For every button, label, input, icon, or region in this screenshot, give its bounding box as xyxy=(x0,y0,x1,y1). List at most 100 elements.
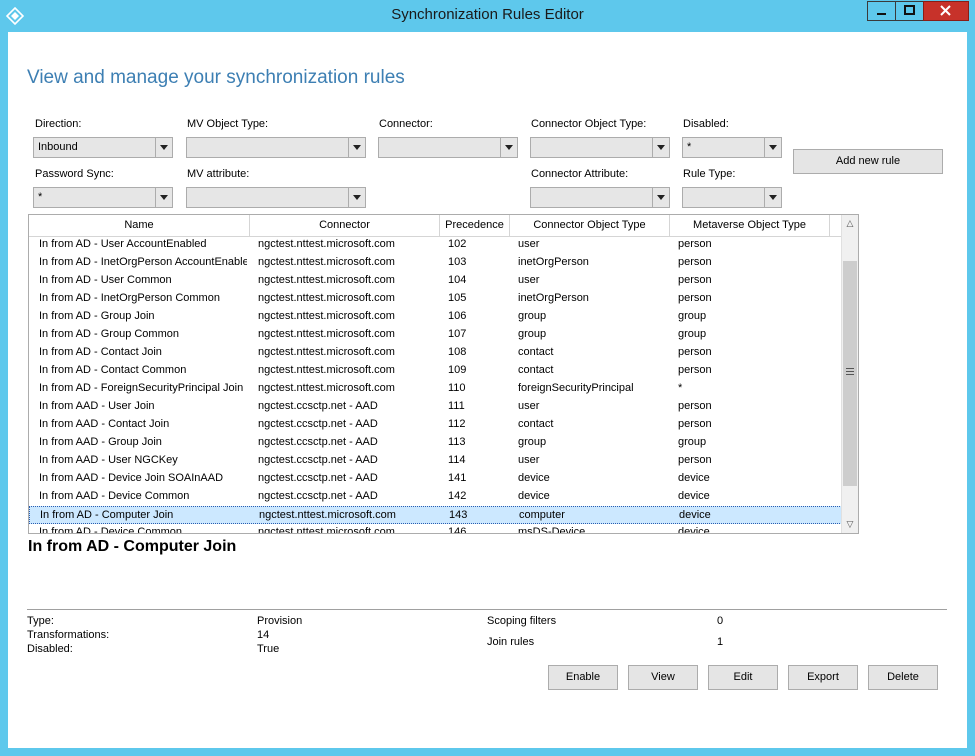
table-row[interactable]: In from AD - User Common ngctest.nttest.m… xyxy=(29,272,842,290)
table-row[interactable]: In from AD - InetOrgPerson AccountEnable… xyxy=(29,254,842,272)
table-row[interactable]: In from AD - Device Common ngctest.nttest… xyxy=(29,524,842,534)
connector-object-type-select[interactable] xyxy=(530,137,670,158)
view-button[interactable]: View xyxy=(628,665,698,690)
chevron-down-icon[interactable] xyxy=(348,138,365,157)
cell-metaverse-object-type: device xyxy=(678,490,710,502)
title-bar[interactable]: Synchronization Rules Editor xyxy=(0,0,975,32)
table-row[interactable]: In from AAD - Device Join SOAInAAD ngctes… xyxy=(29,470,842,488)
chevron-down-icon[interactable]: ▽ xyxy=(842,516,858,533)
cell-metaverse-object-type: person xyxy=(678,238,712,250)
chevron-down-icon[interactable] xyxy=(764,138,781,157)
cell-metaverse-object-type: * xyxy=(678,382,683,394)
type-label: Type: xyxy=(27,615,54,627)
app-window: Synchronization Rules Editor View and ma… xyxy=(0,0,975,756)
table-row[interactable]: In from AAD - Contact Join ngctest.ccsctp… xyxy=(29,416,842,434)
connector-select[interactable] xyxy=(378,137,518,158)
close-button[interactable] xyxy=(923,1,969,21)
cell-precedence: 114 xyxy=(448,454,466,466)
cell-connector-object-type: device xyxy=(518,490,550,502)
cell-connector-object-type: contact xyxy=(518,346,554,358)
cell-metaverse-object-type: person xyxy=(678,418,712,430)
export-button[interactable]: Export xyxy=(788,665,858,690)
cell-precedence: 112 xyxy=(448,418,466,430)
cell-name: In from AD - InetOrgPerson Common xyxy=(39,292,220,304)
minimize-icon xyxy=(877,13,886,15)
cell-connector-object-type: contact xyxy=(518,364,554,376)
cell-metaverse-object-type: person xyxy=(678,346,712,358)
chevron-down-icon[interactable] xyxy=(348,188,365,207)
connector-label: Connector: xyxy=(379,118,433,130)
cell-precedence: 111 xyxy=(448,400,465,412)
delete-button[interactable]: Delete xyxy=(868,665,938,690)
cell-name: In from AD - User AccountEnabled xyxy=(39,238,207,250)
chevron-down-icon[interactable] xyxy=(652,138,669,157)
cell-metaverse-object-type: device xyxy=(679,509,711,521)
rule-type-select[interactable] xyxy=(682,187,782,208)
cell-connector: ngctest.nttest.microsoft.com xyxy=(258,238,395,250)
rules-grid[interactable]: Name Connector Precedence Connector Obje… xyxy=(28,214,859,534)
chevron-down-icon[interactable] xyxy=(500,138,517,157)
column-header-connector-object-type[interactable]: Connector Object Type xyxy=(510,215,670,236)
cell-connector-object-type: group xyxy=(518,436,547,448)
chevron-down-icon[interactable] xyxy=(155,188,172,207)
cell-name: In from AAD - Device Common xyxy=(39,490,190,502)
table-row[interactable]: In from AAD - Device Common ngctest.ccsct… xyxy=(29,488,842,506)
cell-name: In from AD - InetOrgPerson AccountEnable… xyxy=(39,256,247,268)
direction-select[interactable]: Inbound xyxy=(33,137,173,158)
cell-precedence: 113 xyxy=(448,436,466,448)
table-row[interactable]: In from AD - ForeignSecurityPrincipal Jo… xyxy=(29,380,842,398)
scrollbar-thumb[interactable] xyxy=(843,261,857,486)
table-row[interactable]: In from AD - Group Join ngctest.nttest.mi… xyxy=(29,308,842,326)
cell-connector: ngctest.nttest.microsoft.com xyxy=(258,346,395,358)
enable-button[interactable]: Enable xyxy=(548,665,618,690)
table-row[interactable]: In from AD - Group Common ngctest.nttest.… xyxy=(29,326,842,344)
cell-connector: ngctest.ccsctp.net - AAD xyxy=(258,436,378,448)
direction-value: Inbound xyxy=(38,141,78,153)
cell-connector-object-type: inetOrgPerson xyxy=(518,256,589,268)
window-title: Synchronization Rules Editor xyxy=(391,6,584,23)
cell-connector-object-type: user xyxy=(518,400,540,412)
table-row[interactable]: In from AD - Contact Join ngctest.nttest.… xyxy=(29,344,842,362)
grid-header: Name Connector Precedence Connector Obje… xyxy=(29,215,842,237)
edit-button[interactable]: Edit xyxy=(708,665,778,690)
table-row[interactable]: In from AAD - Group Join ngctest.ccsctp.n… xyxy=(29,434,842,452)
cell-name: In from AD - Group Common xyxy=(39,328,179,340)
disabled-select[interactable]: * xyxy=(682,137,782,158)
table-row[interactable]: In from AAD - User NGCKey ngctest.ccsctp.… xyxy=(29,452,842,470)
vertical-scrollbar[interactable]: △ ▽ xyxy=(841,215,858,533)
connector-attribute-select[interactable] xyxy=(530,187,670,208)
mv-attribute-select[interactable] xyxy=(186,187,366,208)
chevron-down-icon[interactable] xyxy=(764,188,781,207)
table-row[interactable]: In from AAD - User Join ngctest.ccsctp.ne… xyxy=(29,398,842,416)
client-area: View and manage your synchronization rul… xyxy=(8,32,967,748)
chevron-down-icon[interactable] xyxy=(155,138,172,157)
cell-metaverse-object-type: group xyxy=(678,310,707,322)
direction-label: Direction: xyxy=(35,118,82,130)
table-row[interactable]: In from AD - User AccountEnabled ngctest.… xyxy=(29,236,842,254)
transformations-value: 14 xyxy=(257,629,270,641)
cell-name: In from AD - Contact Join xyxy=(39,346,162,358)
column-header-connector[interactable]: Connector xyxy=(250,215,440,236)
cell-metaverse-object-type: person xyxy=(678,274,712,286)
chevron-down-icon[interactable] xyxy=(652,188,669,207)
table-row[interactable]: In from AD - Computer Join ngctest.nttest… xyxy=(29,506,842,524)
column-header-name[interactable]: Name xyxy=(29,215,250,236)
mv-object-type-select[interactable] xyxy=(186,137,366,158)
table-row[interactable]: In from AD - Contact Common ngctest.nttes… xyxy=(29,362,842,380)
column-header-metaverse-object-type[interactable]: Metaverse Object Type xyxy=(670,215,830,236)
type-value: Provision xyxy=(257,615,303,627)
rule-type-label: Rule Type: xyxy=(683,168,736,180)
cell-precedence: 142 xyxy=(448,490,467,502)
table-row[interactable]: In from AD - InetOrgPerson Common ngctest… xyxy=(29,290,842,308)
minimize-button[interactable] xyxy=(867,1,896,21)
password-sync-select[interactable]: * xyxy=(33,187,173,208)
cell-connector-object-type: group xyxy=(518,310,547,322)
add-new-rule-button[interactable]: Add new rule xyxy=(793,149,943,174)
cell-precedence: 104 xyxy=(448,274,467,286)
maximize-button[interactable] xyxy=(895,1,924,21)
cell-connector-object-type: user xyxy=(518,454,540,466)
grip-icon xyxy=(846,368,854,375)
cell-precedence: 146 xyxy=(448,526,467,534)
column-header-precedence[interactable]: Precedence xyxy=(440,215,510,236)
chevron-up-icon[interactable]: △ xyxy=(842,215,858,232)
